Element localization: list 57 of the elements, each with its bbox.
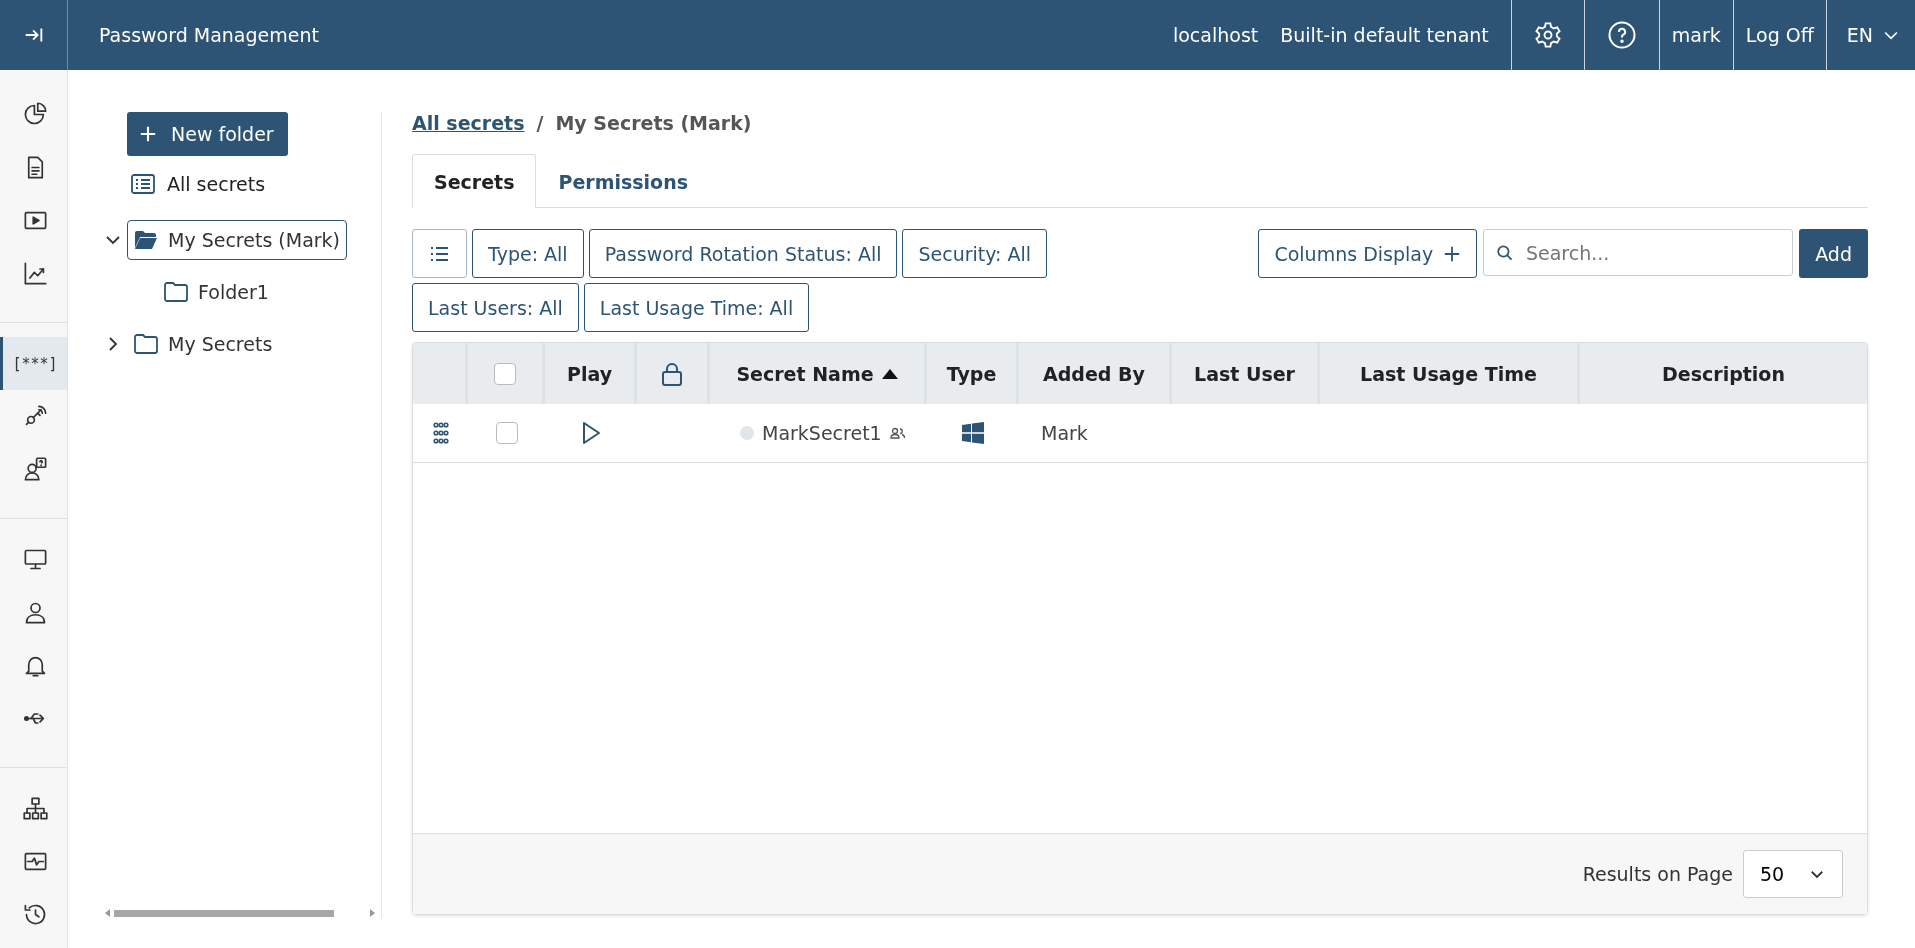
- folder-tree-item[interactable]: My Secrets (Mark): [127, 220, 348, 260]
- lock-icon: [661, 361, 683, 386]
- column-header[interactable]: Type: [927, 343, 1019, 404]
- column-header[interactable]: Secret Name: [710, 343, 927, 404]
- tenant-name: Built-in default tenant: [1280, 24, 1489, 46]
- windows-icon: [961, 421, 985, 445]
- column-header[interactable]: Play: [545, 343, 637, 404]
- column-header[interactable]: Last User: [1172, 343, 1320, 404]
- results-per-page-label: Results on Page: [1582, 863, 1733, 885]
- column-header[interactable]: Description: [1580, 343, 1867, 404]
- filter-dropdown[interactable]: Password Rotation Status: All: [588, 229, 898, 278]
- column-header[interactable]: Added By: [1019, 343, 1172, 404]
- settings-icon: [1533, 21, 1562, 49]
- add-button[interactable]: Add: [1799, 229, 1868, 278]
- search-icon: [1496, 242, 1514, 263]
- folder-tree-item[interactable]: My Secrets: [127, 324, 280, 364]
- help-icon: [1606, 20, 1637, 50]
- all-secrets-link[interactable]: All secrets: [167, 173, 266, 195]
- status-dot: [740, 426, 754, 440]
- search-field[interactable]: Search...: [1483, 229, 1794, 276]
- play-icon[interactable]: [581, 421, 601, 445]
- filter-dropdown[interactable]: Last Users: All: [412, 283, 579, 332]
- new-folder-button[interactable]: New folder: [127, 112, 288, 156]
- language-button[interactable]: EN: [1825, 0, 1915, 70]
- folder-icon: [134, 334, 158, 354]
- table-cell-text: Mark: [1040, 421, 1089, 446]
- tab[interactable]: Permissions: [536, 154, 710, 208]
- app-title: Password Management: [99, 24, 319, 46]
- drag-handle-icon[interactable]: [432, 422, 449, 444]
- breadcrumb-current: My Secrets (Mark): [555, 112, 752, 134]
- select-all-checkbox[interactable]: [494, 362, 516, 385]
- filter-dropdown[interactable]: Security: All: [902, 229, 1048, 278]
- row-checkbox[interactable]: [495, 422, 518, 444]
- sort-ascending-icon: [881, 368, 898, 379]
- folder-tree-item[interactable]: Folder1: [157, 272, 276, 312]
- users-icon: [889, 427, 906, 439]
- breadcrumb-separator: /: [536, 112, 544, 134]
- list-view-button[interactable]: [412, 229, 467, 278]
- breadcrumb-link[interactable]: All secrets: [412, 112, 525, 134]
- plus-icon: [1443, 244, 1462, 263]
- host-name: localhost: [1172, 24, 1259, 46]
- column-header[interactable]: Last Usage Time: [1320, 343, 1580, 404]
- page-size-dropdown[interactable]: 50: [1743, 850, 1843, 898]
- filter-dropdown[interactable]: Last Usage Time: All: [583, 283, 810, 332]
- plus-icon: [139, 125, 157, 143]
- log-off-button[interactable]: Log Off: [1732, 0, 1826, 70]
- secrets-nav-button[interactable]: [***]: [0, 337, 67, 390]
- list-icon: [131, 174, 155, 194]
- filter-dropdown[interactable]: Type: All: [472, 229, 584, 278]
- user-button[interactable]: mark: [1658, 0, 1733, 70]
- secret-name: MarkSecret1: [762, 422, 882, 444]
- list-icon: [429, 244, 450, 263]
- horizontal-scrollbar[interactable]: [105, 908, 375, 918]
- folder-icon: [164, 282, 188, 302]
- tab[interactable]: Secrets: [412, 154, 537, 208]
- open-folder-icon: [134, 230, 158, 250]
- columns-display-button[interactable]: Columns Display: [1258, 229, 1478, 278]
